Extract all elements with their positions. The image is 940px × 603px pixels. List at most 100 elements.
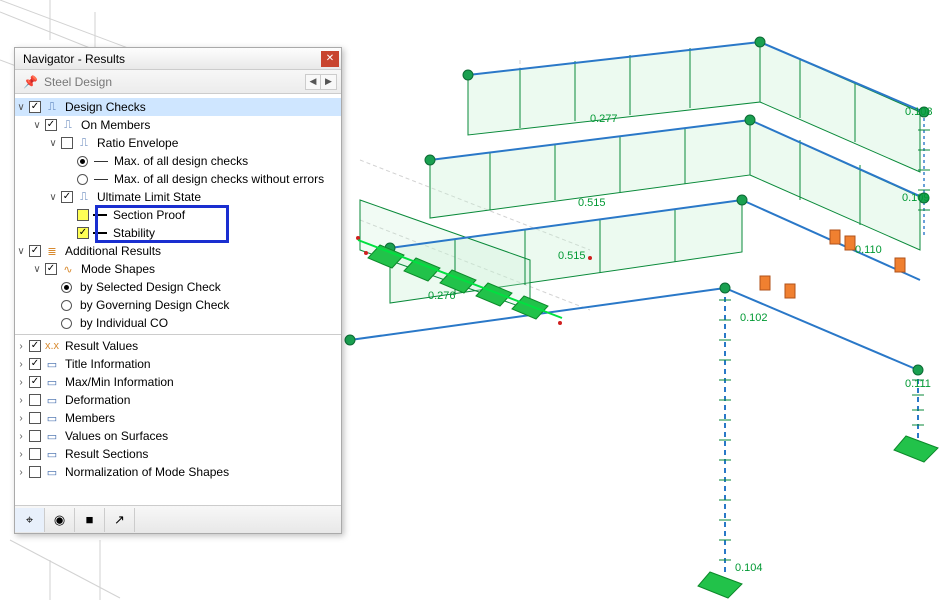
footer-view-button[interactable]: ⌖ xyxy=(15,508,45,532)
checkbox[interactable] xyxy=(29,394,41,406)
tree-item-uls[interactable]: ∨ ⎍ Ultimate Limit State xyxy=(15,188,341,206)
pin-icon: 📌 xyxy=(23,75,38,89)
tree-item-ratio-envelope[interactable]: ∨ ⎍ Ratio Envelope xyxy=(15,134,341,152)
expander-icon[interactable]: ∨ xyxy=(47,137,59,149)
tree-item-title-info[interactable]: › ▭ Title Information xyxy=(15,355,341,373)
tree-label: Values on Surfaces xyxy=(63,429,168,443)
line-icon xyxy=(94,179,108,180)
expander-icon[interactable]: › xyxy=(15,376,27,388)
tree-label: Max. of all design checks without errors xyxy=(112,172,324,186)
radio[interactable] xyxy=(61,318,72,329)
tree-item-max-all-noerr[interactable]: Max. of all design checks without errors xyxy=(15,170,341,188)
tree-item-mode-shapes[interactable]: ∨ ∿ Mode Shapes xyxy=(15,260,341,278)
checkbox[interactable] xyxy=(61,191,73,203)
tree-label: Ultimate Limit State xyxy=(95,190,201,204)
tree-item-stability[interactable]: Stability xyxy=(15,224,341,242)
navigator-titlebar[interactable]: Navigator - Results ✕ xyxy=(15,48,341,70)
navigator-tree: ∨ ⎍ Design Checks ∨ ⎍ On Members ∨ ⎍ Rat… xyxy=(15,94,341,505)
expander-icon[interactable]: ∨ xyxy=(15,101,27,113)
tree-item-deformation[interactable]: › ▭ Deformation xyxy=(15,391,341,409)
checkbox[interactable] xyxy=(29,466,41,478)
expander-icon[interactable]: ∨ xyxy=(31,263,43,275)
checkbox[interactable] xyxy=(45,263,57,275)
tree-item-by-governing[interactable]: by Governing Design Check xyxy=(15,296,341,314)
tree-label: Normalization of Mode Shapes xyxy=(63,465,229,479)
envelope-icon: ⎍ xyxy=(77,136,91,150)
checkbox[interactable] xyxy=(29,358,41,370)
tree-item-result-sections[interactable]: › ▭ Result Sections xyxy=(15,445,341,463)
footer-arrow-button[interactable]: ↗ xyxy=(105,508,135,532)
footer-eye-button[interactable]: ◉ xyxy=(45,508,75,532)
eye-icon: ◉ xyxy=(54,512,65,528)
radio[interactable] xyxy=(77,174,88,185)
radio[interactable] xyxy=(77,156,88,167)
expander-icon[interactable]: › xyxy=(15,466,27,478)
radio[interactable] xyxy=(61,300,72,311)
tree-label: Title Information xyxy=(63,357,151,371)
checkbox[interactable] xyxy=(45,119,57,131)
checkbox[interactable] xyxy=(29,376,41,388)
expander-icon[interactable]: ∨ xyxy=(31,119,43,131)
tree-label: Deformation xyxy=(63,393,130,407)
tree-item-normalization[interactable]: › ▭ Normalization of Mode Shapes xyxy=(15,463,341,481)
navigator-subtitle: Steel Design xyxy=(44,75,305,89)
result-value: 0.109 xyxy=(902,192,930,204)
line-icon xyxy=(94,161,108,162)
tree-item-design-checks[interactable]: ∨ ⎍ Design Checks xyxy=(15,98,341,116)
checkbox[interactable] xyxy=(61,137,73,149)
expander-icon[interactable]: › xyxy=(15,412,27,424)
checkbox[interactable] xyxy=(29,101,41,113)
expander-icon[interactable]: ∨ xyxy=(15,245,27,257)
expander-icon[interactable]: › xyxy=(15,340,27,352)
tree-item-by-selected[interactable]: by Selected Design Check xyxy=(15,278,341,296)
tree-label: by Governing Design Check xyxy=(78,298,229,312)
tree-label: by Individual CO xyxy=(78,316,168,330)
tree-item-on-members[interactable]: ∨ ⎍ On Members xyxy=(15,116,341,134)
result-value: 0.108 xyxy=(905,106,933,118)
mode-shapes-icon: ∿ xyxy=(61,262,75,276)
result-value: 0.111 xyxy=(905,378,931,390)
tree-label: Additional Results xyxy=(63,244,161,258)
expander-icon[interactable]: › xyxy=(15,358,27,370)
tree-label: Max. of all design checks xyxy=(112,154,248,168)
expander-icon[interactable]: › xyxy=(15,394,27,406)
uls-icon: ⎍ xyxy=(77,190,91,204)
tree-item-result-values[interactable]: › x.x Result Values xyxy=(15,337,341,355)
close-button[interactable]: ✕ xyxy=(321,51,339,67)
checkbox[interactable] xyxy=(77,209,89,221)
checkbox[interactable] xyxy=(29,448,41,460)
tree-label: Stability xyxy=(111,226,155,240)
members-icon: ⎍ xyxy=(61,118,75,132)
checkbox[interactable] xyxy=(29,340,41,352)
nav-prev-button[interactable]: ◀ xyxy=(305,74,321,90)
tree-item-max-all[interactable]: Max. of all design checks xyxy=(15,152,341,170)
result-value: 0.102 xyxy=(740,312,768,324)
result-value: 0.515 xyxy=(578,197,606,209)
radio[interactable] xyxy=(61,282,72,293)
expander-icon[interactable]: ∨ xyxy=(47,191,59,203)
arrow-icon: ↗ xyxy=(114,512,125,528)
nav-next-button[interactable]: ▶ xyxy=(321,74,337,90)
tree-item-values-on-surfaces[interactable]: › ▭ Values on Surfaces xyxy=(15,427,341,445)
tree-item-additional-results[interactable]: ∨ ≣ Additional Results xyxy=(15,242,341,260)
tree-item-members[interactable]: › ▭ Members xyxy=(15,409,341,427)
line-icon xyxy=(93,232,107,234)
maxmin-icon: ▭ xyxy=(45,375,59,389)
tree-item-by-individual[interactable]: by Individual CO xyxy=(15,314,341,332)
tree-label: by Selected Design Check xyxy=(78,280,221,294)
tree-item-section-proof[interactable]: Section Proof xyxy=(15,206,341,224)
tree-item-maxmin[interactable]: › ▭ Max/Min Information xyxy=(15,373,341,391)
expander-icon[interactable]: › xyxy=(15,430,27,442)
checkbox[interactable] xyxy=(29,412,41,424)
navigator-subbar: 📌 Steel Design ◀ ▶ xyxy=(15,70,341,94)
expander-icon[interactable]: › xyxy=(15,448,27,460)
tree-label: Result Values xyxy=(63,339,138,353)
tree-label: Max/Min Information xyxy=(63,375,174,389)
checkbox[interactable] xyxy=(29,245,41,257)
checkbox[interactable] xyxy=(77,227,89,239)
tree-label: Section Proof xyxy=(111,208,185,222)
navigator-title: Navigator - Results xyxy=(23,52,321,66)
checkbox[interactable] xyxy=(29,430,41,442)
members-display-icon: ▭ xyxy=(45,411,59,425)
footer-camera-button[interactable]: ■ xyxy=(75,508,105,532)
